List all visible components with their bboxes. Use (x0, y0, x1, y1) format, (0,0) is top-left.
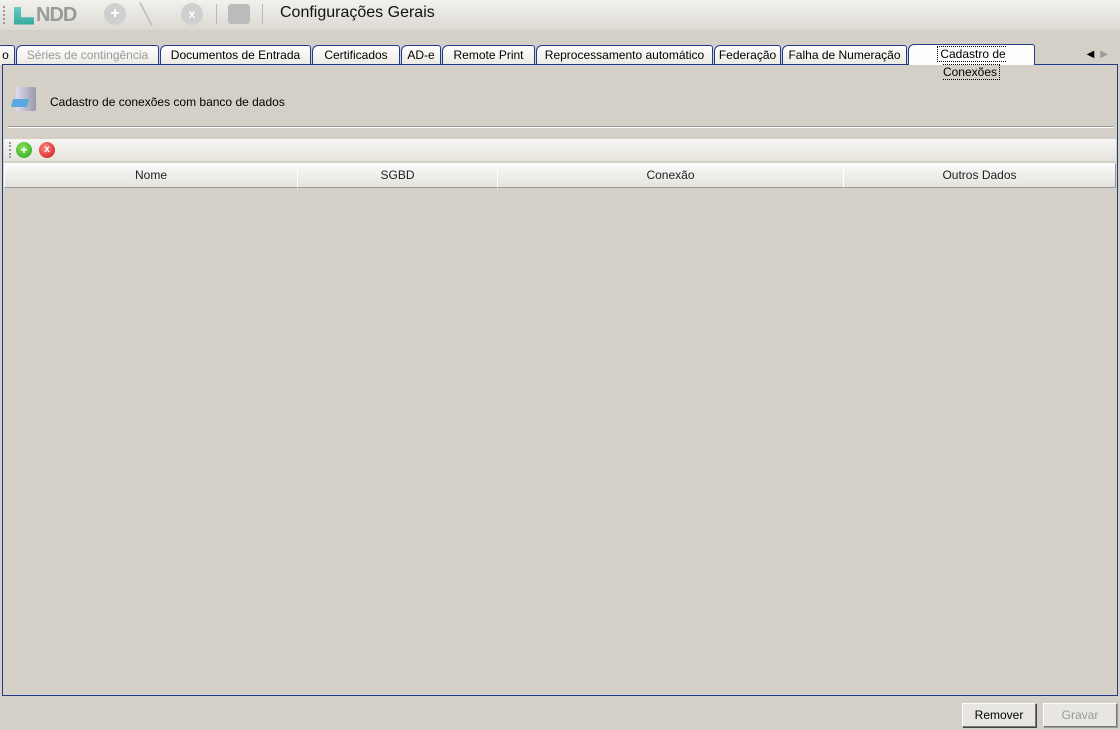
remove-connection-icon[interactable]: x (39, 142, 55, 158)
tab-label: Cadastro de Conexões (937, 46, 1006, 80)
remove-button[interactable]: Remover (962, 703, 1036, 727)
window-title: Configurações Gerais (280, 4, 435, 21)
tab-documentos-entrada[interactable]: Documentos de Entrada (160, 45, 311, 65)
ndd-logo: NDD (14, 4, 77, 27)
tab-label: Certificados (324, 48, 388, 62)
tab-ad-e[interactable]: AD-e (401, 45, 441, 65)
tab-label: Federação (718, 48, 777, 62)
tab-cadastro-conexoes[interactable]: Cadastro de Conexões (908, 44, 1035, 80)
grid-toolbar (4, 139, 1116, 161)
tab-label: Reprocessamento automático (544, 48, 705, 62)
edit-pencil-icon[interactable]: ╲ (140, 2, 152, 27)
tab-label: o (2, 48, 9, 62)
column-header-nome[interactable]: Nome (4, 163, 298, 188)
tab-label: AD-e (407, 48, 435, 62)
separator (216, 4, 217, 24)
tab-scroll-right-icon[interactable]: ▶ (1100, 49, 1114, 60)
toolbar-grip[interactable] (9, 142, 11, 158)
header-separator (8, 126, 1114, 128)
tab-scroll: ◀▶ (1087, 49, 1114, 60)
tab-scroll-left-icon[interactable]: ◀ (1087, 49, 1101, 60)
tab-label: Falha de Numeração (788, 48, 901, 62)
tab-label: Remote Print (453, 48, 524, 62)
database-drawer-icon (10, 87, 38, 115)
panel-header: Cadastro de conexões com banco de dados (50, 95, 285, 109)
tab-label: Séries de contingência (26, 48, 149, 62)
column-header-conexao[interactable]: Conexão (497, 163, 844, 188)
add-connection-icon[interactable]: + (16, 142, 32, 158)
tab-partial[interactable]: o (0, 45, 15, 65)
tab-label: Documentos de Entrada (170, 48, 301, 62)
add-icon[interactable]: + (104, 3, 126, 25)
tab-remote-print[interactable]: Remote Print (442, 45, 535, 65)
tab-federacao[interactable]: Federação (714, 45, 781, 65)
delete-icon[interactable]: x (181, 3, 203, 25)
separator (262, 4, 263, 24)
column-header-outros-dados[interactable]: Outros Dados (843, 163, 1116, 188)
top-toolbar: NDD + ╲ x Configurações Gerais (0, 0, 1120, 30)
connections-grid-body[interactable] (4, 188, 1116, 694)
tab-reprocessamento[interactable]: Reprocessamento automático (536, 45, 713, 65)
save-button[interactable]: Gravar (1043, 703, 1117, 727)
folder-settings-icon[interactable] (228, 4, 250, 24)
column-header-sgbd[interactable]: SGBD (297, 163, 498, 188)
toolbar-grip[interactable] (3, 6, 5, 24)
tab-series-contingencia[interactable]: Séries de contingência (16, 45, 159, 65)
tab-certificados[interactable]: Certificados (312, 45, 400, 65)
tab-falha-numeracao[interactable]: Falha de Numeração (782, 45, 907, 65)
